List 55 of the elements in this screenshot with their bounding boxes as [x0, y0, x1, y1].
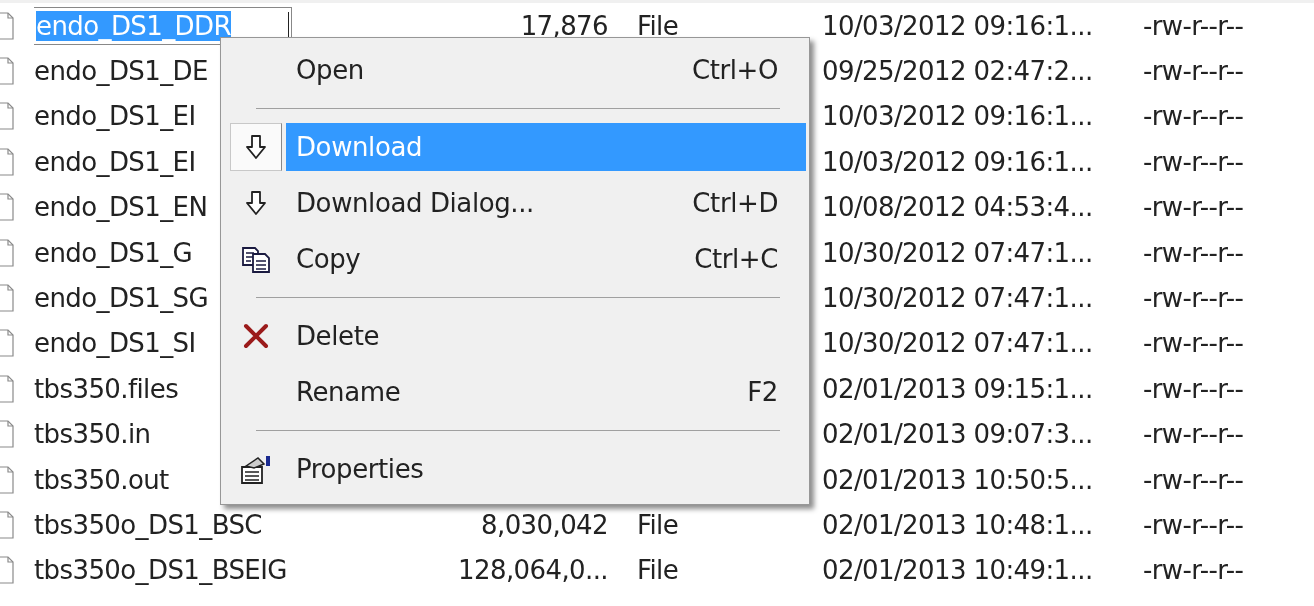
file-name: endo_DS1_SI: [34, 328, 196, 359]
file-permissions: -rw-r--r--: [1143, 192, 1245, 223]
modified-date: 02/01/2013 10:50:5...: [822, 464, 1094, 495]
file-permissions: -rw-r--r--: [1143, 56, 1245, 87]
file-name: tbs350o_DS1_BSEIG: [34, 555, 287, 586]
file-name: endo_DS1_EN: [34, 192, 208, 223]
modified-date: 10/03/2012 09:16:1...: [822, 10, 1094, 41]
file-name: endo_DS1_G: [34, 237, 193, 268]
file-size: 17,876: [519, 10, 608, 41]
file-name: endo_DS1_EI: [34, 146, 196, 177]
file-permissions: -rw-r--r--: [1143, 510, 1245, 540]
file-name: endo_DS1_EI: [34, 101, 196, 132]
file-type: File: [637, 555, 680, 586]
menu-item[interactable]: Download Dialog... Ctrl+D: [286, 179, 806, 227]
file-type: File: [637, 10, 680, 41]
menu-item[interactable]: Copy Ctrl+C: [286, 235, 806, 283]
menu-item[interactable]: Delete: [286, 312, 806, 360]
file-permissions: -rw-r--r--: [1143, 237, 1245, 268]
file-permissions: -rw-r--r--: [1143, 283, 1245, 314]
file-size: 8,030,042: [480, 510, 608, 540]
menu-item[interactable]: Open Ctrl+O: [286, 46, 806, 94]
down-arrow-icon: [244, 190, 268, 216]
file-name: tbs350o_DS1_BSC: [34, 510, 262, 540]
modified-date: 10/03/2012 09:16:1...: [822, 101, 1094, 132]
modified-date: 10/08/2012 04:53:4...: [822, 192, 1094, 223]
modified-date: 10/30/2012 07:47:1...: [822, 328, 1094, 359]
file-permissions: -rw-r--r--: [1143, 555, 1245, 586]
file-permissions: -rw-r--r--: [1143, 464, 1245, 495]
modified-date: 02/01/2013 10:49:1...: [822, 555, 1094, 586]
modified-date: 10/03/2012 09:16:1...: [822, 146, 1094, 177]
file-permissions: -rw-r--r--: [1143, 328, 1245, 359]
file-permissions: -rw-r--r--: [1143, 10, 1245, 41]
modified-date: 02/01/2013 10:48:1...: [822, 510, 1094, 540]
properties-icon: [240, 454, 272, 484]
file-permissions: -rw-r--r--: [1143, 146, 1245, 177]
file-permissions: -rw-r--r--: [1143, 419, 1245, 450]
modified-date: 09/25/2012 02:47:2...: [822, 56, 1094, 87]
file-name: endo_DS1_DE: [34, 56, 208, 87]
modified-date: 02/01/2013 09:07:3...: [822, 419, 1094, 450]
file-permissions: -rw-r--r--: [1143, 101, 1245, 132]
file-name: endo_DS1_SG: [34, 283, 208, 314]
modified-date: 10/30/2012 07:47:1...: [822, 283, 1094, 314]
file-type: File: [637, 510, 680, 540]
file-name: tbs350.out: [34, 464, 169, 495]
file-name: tbs350.in: [34, 419, 151, 450]
menu-item[interactable]: Properties: [286, 445, 806, 493]
modified-date: 02/01/2013 09:15:1...: [822, 373, 1094, 404]
file-permissions: -rw-r--r--: [1143, 373, 1245, 404]
down-arrow-icon: [244, 134, 268, 160]
modified-date: 10/30/2012 07:47:1...: [822, 237, 1094, 268]
menu-item[interactable]: Rename F2: [286, 368, 806, 416]
copy-icon: [241, 245, 271, 273]
file-size: 128,064,0...: [457, 555, 608, 586]
file-name: tbs350.files: [34, 373, 179, 404]
delete-icon: [243, 323, 269, 349]
